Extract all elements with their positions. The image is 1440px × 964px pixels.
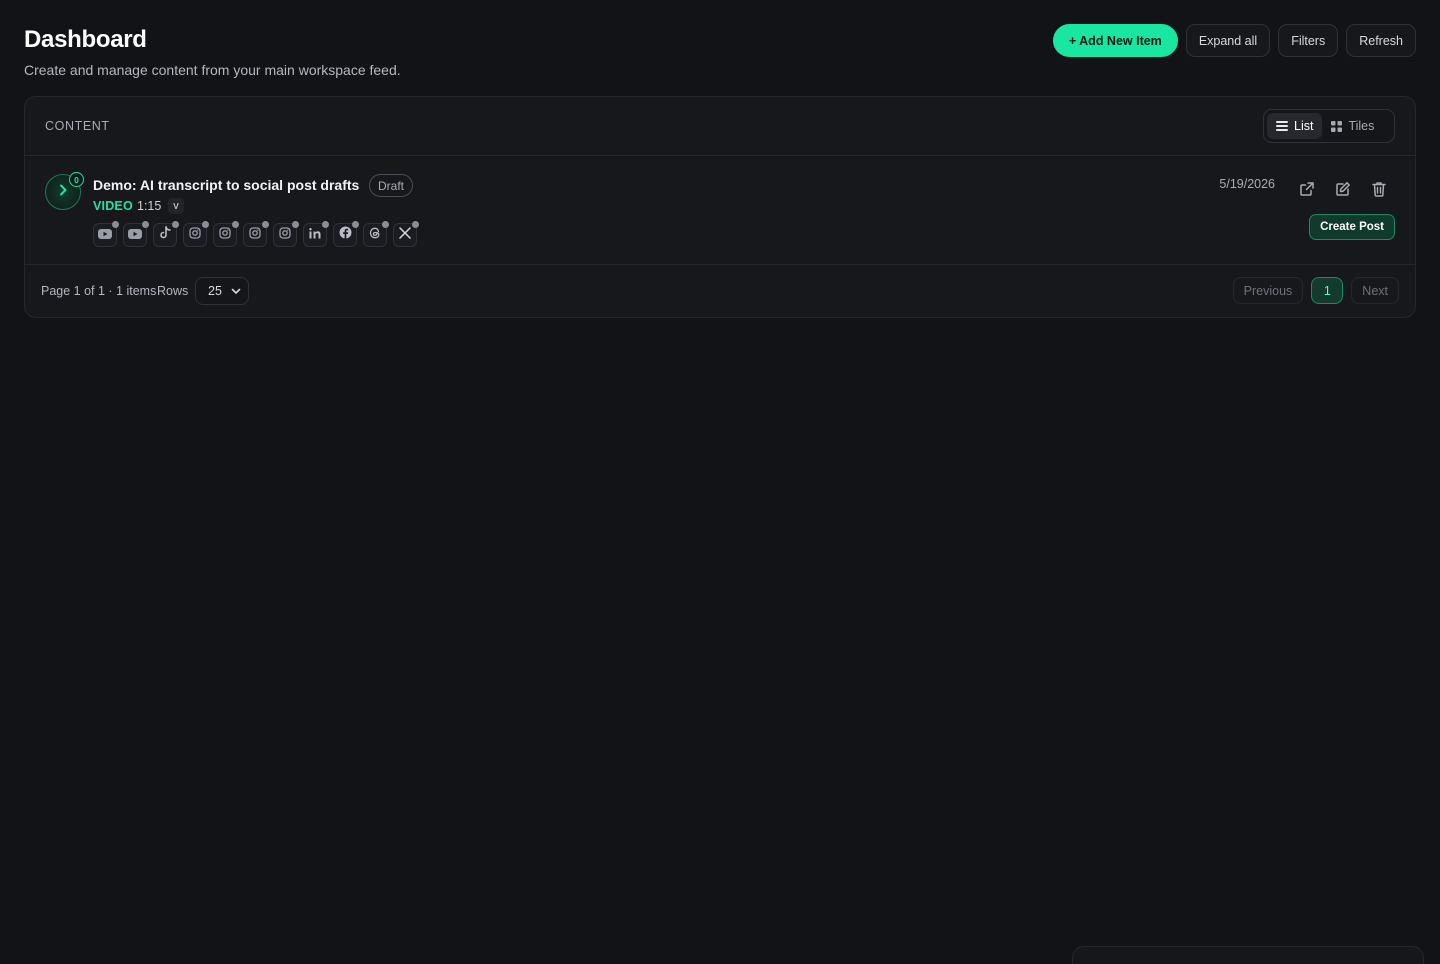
tiktok-icon bbox=[159, 226, 171, 244]
page-1-button[interactable]: 1 bbox=[1311, 277, 1344, 304]
status-dot bbox=[292, 221, 299, 228]
content-panel-label: CONTENT bbox=[45, 119, 110, 133]
platform-facebook[interactable] bbox=[333, 221, 359, 247]
add-new-item-button[interactable]: + Add New Item bbox=[1052, 24, 1178, 57]
list-icon bbox=[1276, 121, 1288, 131]
threads-icon bbox=[369, 226, 381, 244]
status-dot bbox=[412, 221, 419, 228]
platform-instagram[interactable] bbox=[213, 221, 239, 247]
view-list-button[interactable]: List bbox=[1267, 113, 1323, 139]
view-tiles-label: Tiles bbox=[1348, 119, 1375, 133]
page-subtitle: Create and manage content from your main… bbox=[24, 62, 401, 78]
previous-page-button[interactable]: Previous bbox=[1232, 277, 1304, 304]
edit-button[interactable] bbox=[1333, 181, 1353, 201]
platform-youtube[interactable] bbox=[93, 221, 119, 247]
item-type-label: VIDEO bbox=[93, 199, 133, 213]
content-row: 0 Demo: AI transcript to social post dra… bbox=[25, 157, 1415, 265]
platform-instagram[interactable] bbox=[273, 221, 299, 247]
create-post-button[interactable]: Create Post bbox=[1309, 214, 1395, 240]
platform-tiktok[interactable] bbox=[153, 221, 179, 247]
expand-all-button[interactable]: Expand all bbox=[1185, 24, 1271, 57]
x-icon bbox=[399, 226, 411, 244]
version-chip: v bbox=[168, 198, 184, 214]
item-title[interactable]: Demo: AI transcript to social post draft… bbox=[93, 177, 359, 193]
delete-button[interactable] bbox=[1369, 181, 1389, 201]
content-panel: CONTENT List Tiles 0 Demo: AI transcript… bbox=[24, 96, 1416, 318]
instagram-icon bbox=[249, 226, 261, 244]
instagram-icon bbox=[219, 226, 231, 244]
youtube-icon bbox=[98, 226, 112, 244]
platform-linkedin[interactable] bbox=[303, 221, 329, 247]
rows-per-page-value: 25 bbox=[208, 284, 222, 298]
count-badge: 0 bbox=[69, 172, 84, 187]
linkedin-icon bbox=[309, 226, 321, 244]
pager: Previous 1 Next bbox=[1232, 277, 1399, 304]
status-dot bbox=[112, 221, 119, 228]
status-dot bbox=[202, 221, 209, 228]
status-dot bbox=[352, 221, 359, 228]
view-list-label: List bbox=[1294, 119, 1314, 133]
external-link-icon bbox=[1299, 181, 1315, 202]
instagram-icon bbox=[279, 226, 291, 244]
platform-list bbox=[93, 221, 419, 247]
rows-per-page-select[interactable]: 25 bbox=[195, 277, 249, 305]
content-panel-header: CONTENT List Tiles bbox=[25, 97, 1415, 156]
platform-youtube[interactable] bbox=[123, 221, 149, 247]
open-external-button[interactable] bbox=[1297, 181, 1317, 201]
dashboard-page: Dashboard Create and manage content from… bbox=[0, 0, 1440, 964]
platform-instagram[interactable] bbox=[183, 221, 209, 247]
instagram-icon bbox=[189, 226, 201, 244]
item-duration: 1:15 bbox=[137, 199, 162, 213]
pagination-bar: Page 1 of 1 · 1 items Rows 25 Previous 1… bbox=[25, 265, 1415, 318]
next-page-button[interactable]: Next bbox=[1351, 277, 1399, 304]
status-dot bbox=[382, 221, 389, 228]
refresh-button[interactable]: Refresh bbox=[1346, 24, 1416, 57]
view-toggle: List Tiles bbox=[1263, 109, 1395, 143]
rows-label: Rows bbox=[157, 284, 189, 298]
row-actions bbox=[1297, 181, 1389, 201]
page-info: Page 1 of 1 · 1 items bbox=[41, 284, 157, 298]
status-dot bbox=[172, 221, 179, 228]
grid-icon bbox=[1331, 120, 1343, 132]
platform-threads[interactable] bbox=[363, 221, 389, 247]
page-header: Dashboard Create and manage content from… bbox=[24, 24, 1416, 84]
page-title: Dashboard bbox=[24, 26, 147, 53]
youtube-icon bbox=[128, 226, 142, 244]
item-date: 5/19/2026 bbox=[1219, 177, 1275, 191]
chevron-right-icon bbox=[58, 183, 68, 201]
filters-button[interactable]: Filters bbox=[1278, 24, 1339, 57]
status-dot bbox=[322, 221, 329, 228]
bottom-corner-widget[interactable] bbox=[1072, 946, 1424, 964]
view-tiles-button[interactable]: Tiles bbox=[1322, 113, 1383, 139]
platform-x[interactable] bbox=[393, 221, 419, 247]
status-dot bbox=[142, 221, 149, 228]
status-dot bbox=[262, 221, 269, 228]
status-badge: Draft bbox=[369, 174, 414, 197]
header-actions: + Add New Item Expand all Filters Refres… bbox=[1052, 24, 1416, 57]
facebook-icon bbox=[339, 226, 352, 244]
edit-icon bbox=[1335, 181, 1351, 202]
trash-icon bbox=[1372, 181, 1386, 202]
platform-instagram[interactable] bbox=[243, 221, 269, 247]
status-dot bbox=[232, 221, 239, 228]
